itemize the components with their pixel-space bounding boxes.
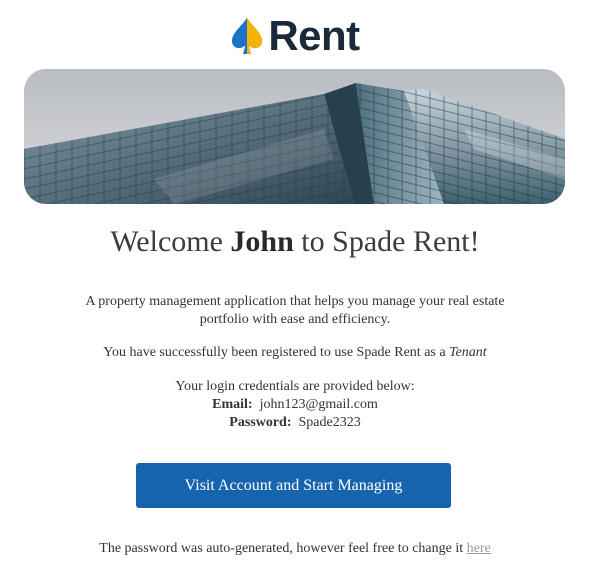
brand-name: Rent bbox=[268, 12, 360, 59]
intro-text: A property management application that h… bbox=[85, 294, 505, 327]
change-password-link[interactable]: here bbox=[467, 541, 491, 556]
password-row: Password: Spade2323 bbox=[80, 414, 510, 432]
registration-message: You have successfully been registered to… bbox=[103, 345, 446, 360]
user-name: John bbox=[230, 225, 294, 258]
brand-logo: Rent bbox=[0, 12, 590, 60]
welcome-prefix: Welcome bbox=[110, 225, 223, 258]
welcome-suffix: to Spade Rent! bbox=[301, 225, 480, 258]
credentials-block: Your login credentials are provided belo… bbox=[80, 378, 510, 432]
visit-account-button[interactable]: Visit Account and Start Managing bbox=[136, 463, 451, 508]
registration-role: Tenant bbox=[449, 345, 487, 360]
password-label: Password: bbox=[229, 415, 292, 430]
footer-text: The password was auto-generated, however… bbox=[99, 541, 464, 556]
footer-note: The password was auto-generated, however… bbox=[0, 540, 590, 558]
credentials-heading: Your login credentials are provided belo… bbox=[175, 379, 415, 394]
email-row: Email: john123@gmail.com bbox=[80, 396, 510, 414]
password-value: Spade2323 bbox=[298, 415, 361, 430]
spade-icon bbox=[232, 18, 263, 54]
skyscraper-photo bbox=[24, 69, 565, 204]
email-label: Email: bbox=[212, 397, 253, 412]
registration-text: You have successfully been registered to… bbox=[80, 344, 510, 362]
email-value: john123@gmail.com bbox=[259, 397, 378, 412]
hero-image bbox=[24, 69, 565, 204]
welcome-heading: Welcome John to Spade Rent! bbox=[0, 222, 590, 262]
